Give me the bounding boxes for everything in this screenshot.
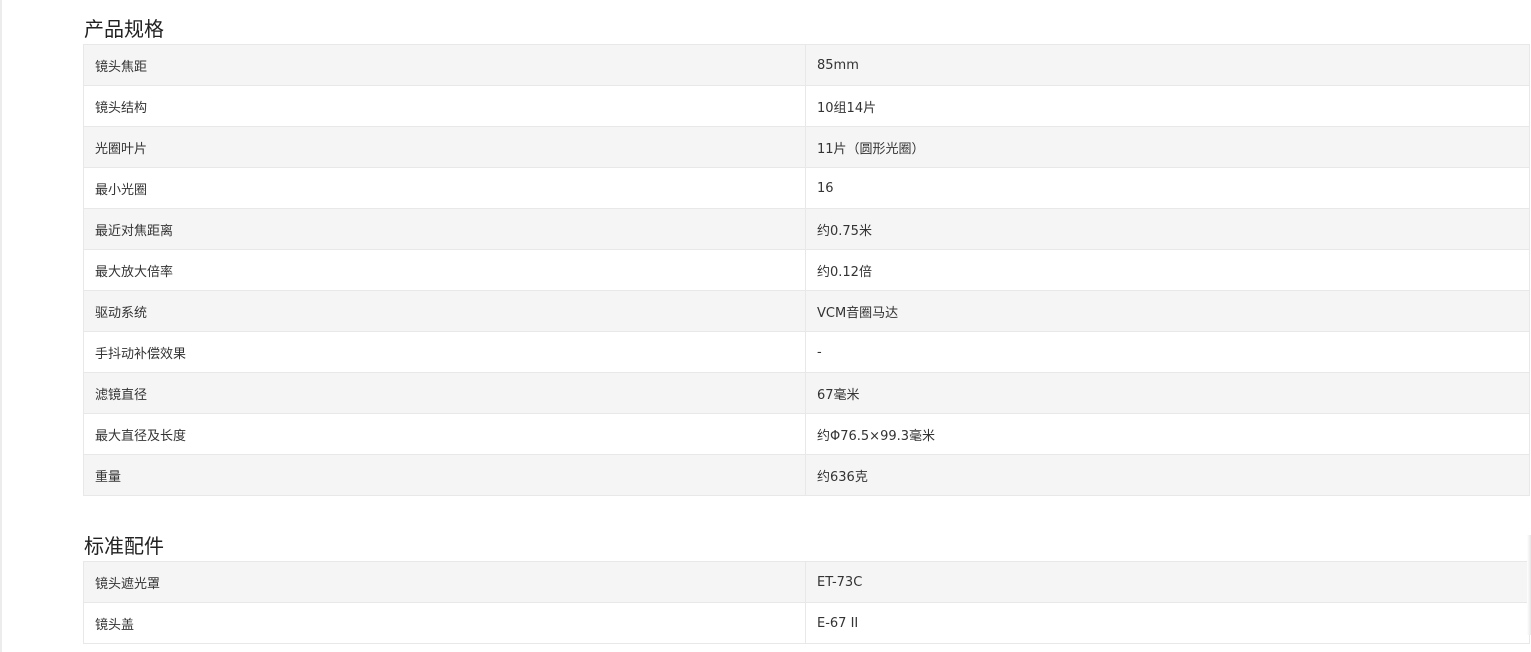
section-title: 产品规格 [84,17,164,41]
row-value: 约0.75米 [805,208,1530,250]
table-row: 最大直径及长度 约Φ76.5×99.3毫米 [83,413,1530,455]
row-value: 11片（圆形光圈） [805,126,1530,168]
row-value: VCM音圈马达 [805,290,1530,332]
row-label: 镜头结构 [83,85,806,127]
row-label: 驱动系统 [83,290,806,332]
row-value: 16 [805,167,1530,209]
row-value: 约636克 [805,454,1530,496]
row-value: 10组14片 [805,85,1530,127]
row-value: 85mm [805,44,1530,86]
table-row: 手抖动补偿效果 - [83,331,1530,373]
row-label: 最大放大倍率 [83,249,806,291]
accessories-table: 镜头遮光罩 ET-73C 镜头盖 E-67 II [83,561,1530,644]
row-value: ET-73C [805,561,1530,603]
table-row: 滤镜直径 67毫米 [83,372,1530,414]
table-row: 最大放大倍率 约0.12倍 [83,249,1530,291]
row-value: 约Φ76.5×99.3毫米 [805,413,1530,455]
section-title: 标准配件 [84,534,164,558]
table-row: 镜头遮光罩 ET-73C [83,561,1530,603]
table-row: 重量 约636克 [83,454,1530,496]
row-label: 最大直径及长度 [83,413,806,455]
table-row: 光圈叶片 11片（圆形光圈） [83,126,1530,168]
row-label: 镜头盖 [83,602,806,644]
table-row: 镜头结构 10组14片 [83,85,1530,127]
table-row: 镜头盖 E-67 II [83,602,1530,644]
spec-table: 镜头焦距 85mm 镜头结构 10组14片 光圈叶片 11片（圆形光圈） 最小光… [83,44,1530,496]
table-row: 镜头焦距 85mm [83,44,1530,86]
scroll-edge [1527,535,1531,635]
table-row: 驱动系统 VCM音圈马达 [83,290,1530,332]
row-label: 手抖动补偿效果 [83,331,806,373]
spec-page: 产品规格 镜头焦距 85mm 镜头结构 10组14片 光圈叶片 11片（圆形光圈… [0,0,1531,652]
row-label: 重量 [83,454,806,496]
row-label: 镜头焦距 [83,44,806,86]
row-value: - [805,331,1530,373]
row-label: 镜头遮光罩 [83,561,806,603]
standard-accessories-section: 标准配件 镜头遮光罩 ET-73C 镜头盖 E-67 II [83,531,1530,644]
row-label: 最近对焦距离 [83,208,806,250]
row-label: 最小光圈 [83,167,806,209]
table-row: 最小光圈 16 [83,167,1530,209]
row-value: E-67 II [805,602,1530,644]
table-row: 最近对焦距离 约0.75米 [83,208,1530,250]
row-label: 滤镜直径 [83,372,806,414]
row-value: 约0.12倍 [805,249,1530,291]
product-spec-section: 产品规格 镜头焦距 85mm 镜头结构 10组14片 光圈叶片 11片（圆形光圈… [83,14,1530,496]
row-label: 光圈叶片 [83,126,806,168]
row-value: 67毫米 [805,372,1530,414]
